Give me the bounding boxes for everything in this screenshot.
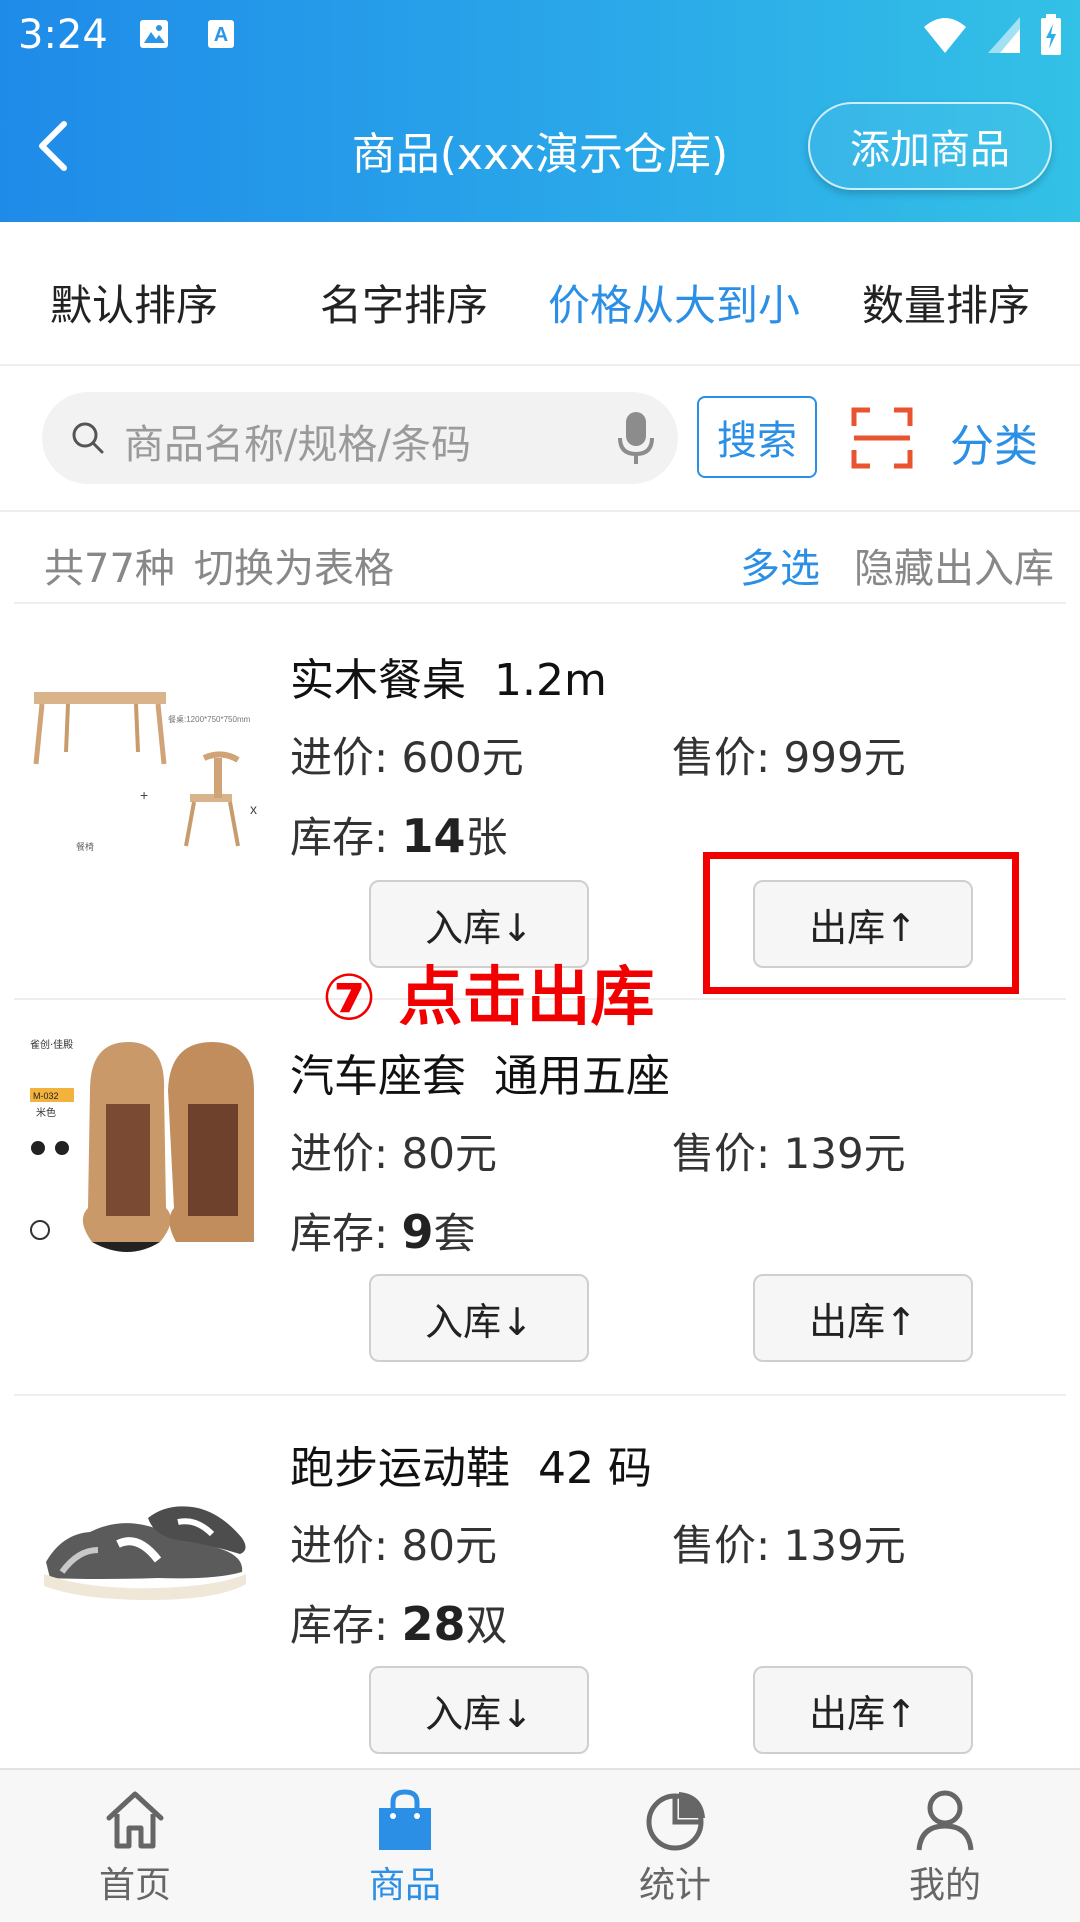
cost-value: 600元 <box>401 733 524 782</box>
tutorial-annotation: ⑦ 点击出库 <box>322 961 655 1035</box>
hide-io-link[interactable]: 隐藏出入库 <box>854 536 1054 594</box>
tab-statistics-label: 统计 <box>638 1865 711 1906</box>
svg-text:A: A <box>214 24 228 46</box>
stock-quantity: 28 <box>401 1597 466 1651</box>
cost-label: 进价: <box>290 1521 389 1570</box>
cost-value: 80元 <box>401 1129 497 1178</box>
user-icon <box>916 1790 974 1851</box>
stock-label: 库存: <box>290 1209 389 1258</box>
sort-default[interactable]: 默认排序 <box>50 272 218 333</box>
stock-unit: 双 <box>465 1601 508 1650</box>
tab-home[interactable]: 首页 <box>0 1770 270 1922</box>
gallery-notification-icon <box>140 20 168 48</box>
search-icon <box>72 422 104 454</box>
price-value: 139元 <box>783 1521 906 1570</box>
battery-icon <box>1041 14 1061 55</box>
price-value: 999元 <box>783 733 906 782</box>
price-label: 售价: <box>672 1129 771 1178</box>
product-image-car-seat-cover: 雀创·佳殿 M-032 米色 <box>28 1030 264 1266</box>
cost-price: 进价: 80元 <box>290 1512 497 1573</box>
stock-quantity: 14 <box>401 809 466 863</box>
product-name: 汽车座套 通用五座 <box>290 1051 670 1102</box>
stock: 库存: 9套 <box>290 1200 476 1261</box>
stock-in-button[interactable]: 入库↓ <box>369 1274 589 1362</box>
switch-to-table-link[interactable]: 切换为表格 <box>194 536 394 594</box>
search-button[interactable]: 搜索 <box>697 396 817 478</box>
info-row: 共77种 切换为表格 多选 隐藏出入库 <box>14 512 1066 604</box>
stock-unit: 套 <box>433 1209 476 1258</box>
price-label: 售价: <box>672 733 771 782</box>
tab-products[interactable]: 商品 <box>270 1770 540 1922</box>
tab-products-label: 商品 <box>368 1865 441 1906</box>
status-time: 3:24 <box>18 12 108 58</box>
cost-label: 进价: <box>290 733 389 782</box>
back-arrow-icon[interactable] <box>34 118 74 174</box>
sort-bar: 默认排序 名字排序 价格从大到小 数量排序 <box>0 222 1080 366</box>
sale-price: 售价: 139元 <box>672 1120 906 1181</box>
stock-label: 库存: <box>290 813 389 862</box>
stock-quantity: 9 <box>401 1205 434 1259</box>
tab-mine-label: 我的 <box>908 1865 981 1906</box>
cost-price: 进价: 80元 <box>290 1120 497 1181</box>
bottom-tab-bar: 首页 商品 统计 我的 <box>0 1768 1080 1922</box>
image-caption-size: 餐桌:1200*750*750mm <box>168 714 251 724</box>
status-indicators <box>922 14 1062 56</box>
sort-by-quantity[interactable]: 数量排序 <box>862 272 1030 333</box>
add-product-button[interactable]: 添加商品 <box>808 102 1052 190</box>
product-item[interactable]: 雀创·佳殿 M-032 米色 汽车座套 通用五座 进价: 80元 售价: 139… <box>14 1000 1066 1396</box>
home-icon <box>106 1791 164 1849</box>
stock-out-button[interactable]: 出库↑ <box>753 1666 973 1754</box>
highlight-box <box>703 852 1019 994</box>
cost-price: 进价: 600元 <box>290 724 524 785</box>
product-item[interactable]: 跑步运动鞋 42 码 进价: 80元 售价: 139元 库存: 28双 入库↓ … <box>14 1392 1066 1768</box>
price-value: 139元 <box>783 1129 906 1178</box>
app-header: 3:24 A 商品(xxx演示仓库) 添加商品 <box>0 0 1080 222</box>
search-placeholder: 商品名称/规格/条码 <box>124 422 471 468</box>
stock: 库存: 14张 <box>290 804 508 865</box>
stock-label: 库存: <box>290 1601 389 1650</box>
sale-price: 售价: 139元 <box>672 1512 906 1573</box>
stock-unit: 张 <box>465 813 508 862</box>
product-count: 共77种 <box>44 546 175 592</box>
search-input[interactable]: 商品名称/规格/条码 <box>42 392 678 484</box>
sale-price: 售价: 999元 <box>672 724 906 785</box>
stock: 库存: 28双 <box>290 1592 508 1653</box>
shopping-bag-icon <box>379 1789 431 1850</box>
product-name: 跑步运动鞋 42 码 <box>290 1443 652 1494</box>
tab-home-label: 首页 <box>98 1865 171 1906</box>
wifi-icon <box>924 18 966 53</box>
cellular-signal-icon <box>988 17 1020 53</box>
microphone-icon[interactable] <box>616 410 656 466</box>
text-notification-icon: A <box>208 20 234 48</box>
stock-out-button[interactable]: 出库↑ <box>753 1274 973 1362</box>
cost-label: 进价: <box>290 1129 389 1178</box>
product-name: 实木餐桌 1.2m <box>290 655 607 706</box>
svg-text:+: + <box>140 787 148 803</box>
product-image-running-shoe <box>28 1422 264 1658</box>
product-image-dining-table: 餐桌:1200*750*750mm + x 餐椅 <box>28 634 264 870</box>
sort-by-name[interactable]: 名字排序 <box>320 272 488 333</box>
sort-by-price-desc[interactable]: 价格从大到小 <box>548 272 800 333</box>
search-row: 商品名称/规格/条码 搜索 分类 <box>0 366 1080 512</box>
page-title: 商品(xxx演示仓库) <box>351 129 729 180</box>
price-label: 售价: <box>672 1521 771 1570</box>
tab-mine[interactable]: 我的 <box>810 1770 1080 1922</box>
stock-in-button[interactable]: 入库↓ <box>369 1666 589 1754</box>
tab-statistics[interactable]: 统计 <box>540 1770 810 1922</box>
svg-text:x: x <box>250 801 257 817</box>
scan-icon[interactable] <box>850 406 914 470</box>
cost-value: 80元 <box>401 1521 497 1570</box>
image-caption-color: 米色 <box>36 1106 56 1119</box>
multi-select-link[interactable]: 多选 <box>740 536 820 594</box>
image-caption-model: M-032 <box>33 1091 59 1101</box>
image-caption-chair: 餐椅 <box>76 841 94 853</box>
pie-chart-icon <box>646 1792 705 1851</box>
category-link[interactable]: 分类 <box>950 410 1038 474</box>
svg-text:雀创·佳殿: 雀创·佳殿 <box>30 1038 73 1051</box>
